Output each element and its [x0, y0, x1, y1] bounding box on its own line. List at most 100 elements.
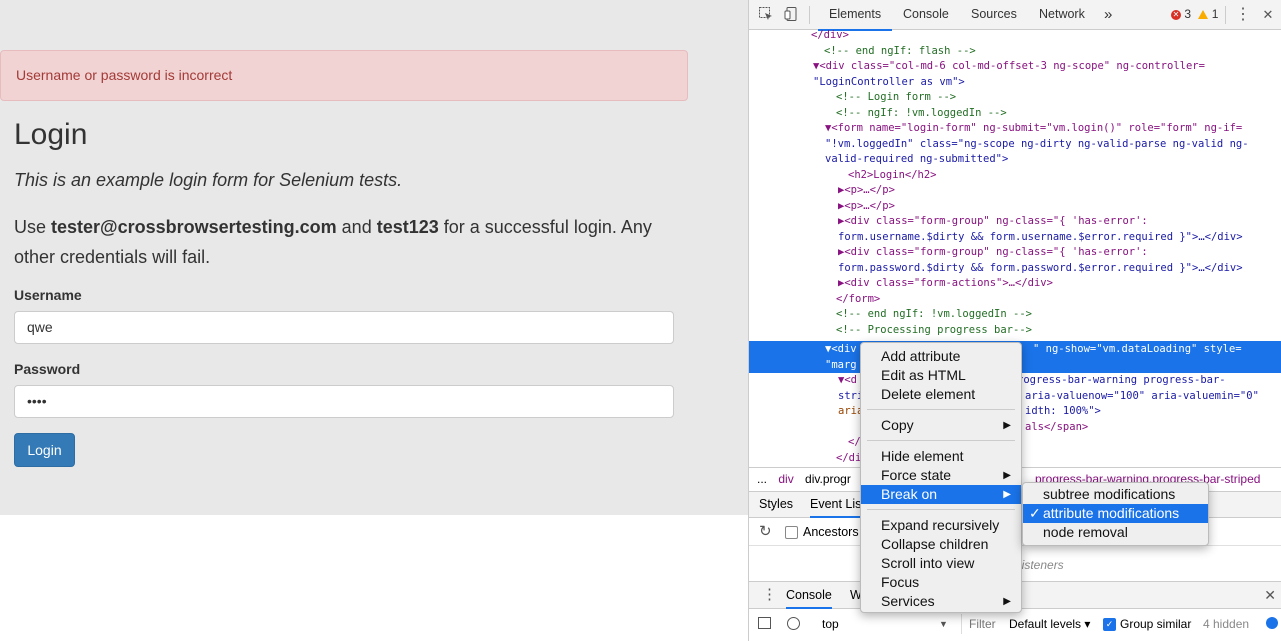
dom-line[interactable]: </div>	[811, 30, 1281, 44]
menu-item-focus[interactable]: Focus	[861, 573, 1021, 592]
menu-separator	[867, 509, 1015, 510]
submenu-item-attribute-modifications[interactable]: ✓ attribute modifications	[1023, 504, 1208, 523]
dom-line[interactable]: <!-- end ngIf: flash -->	[824, 44, 1281, 60]
submenu-item-node-removal[interactable]: node removal	[1023, 523, 1208, 542]
submenu-arrow-icon: ▶	[1003, 596, 1011, 607]
ancestors-checkbox[interactable]	[785, 526, 798, 539]
tab-event-listeners[interactable]: Event Lis	[810, 492, 862, 518]
devtools-toolbar: Elements Console Sources Network » ✕ 3 1…	[749, 0, 1281, 31]
tab-console[interactable]: Console	[903, 0, 949, 29]
menu-item-services[interactable]: Services ▶	[861, 592, 1021, 611]
toolbar-divider	[1225, 6, 1226, 24]
login-instructions: Use tester@crossbrowsertesting.com and t…	[14, 212, 694, 272]
error-warning-counts[interactable]: ✕ 3 1	[1171, 0, 1218, 29]
dom-line[interactable]: <!-- end ngIf: !vm.loggedIn -->	[836, 307, 1281, 323]
dom-line[interactable]: rogress-bar-warning progress-bar-	[1017, 373, 1281, 389]
more-tabs-icon[interactable]: »	[1104, 0, 1112, 29]
menu-item-edit-as-html[interactable]: Edit as HTML	[861, 366, 1021, 385]
dom-line[interactable]: " ng-show="vm.dataLoading" style=	[1033, 342, 1281, 358]
tab-sources[interactable]: Sources	[971, 0, 1017, 29]
menu-item-label: Services	[881, 593, 935, 609]
warning-count: 1	[1211, 7, 1219, 21]
menu-item-copy[interactable]: Copy ▶	[861, 416, 1021, 435]
menu-item-break-on[interactable]: Break on ▶	[861, 485, 1021, 504]
tab-styles[interactable]: Styles	[759, 492, 793, 517]
page-subtitle: This is an example login form for Seleni…	[14, 170, 403, 190]
dom-line[interactable]: ▼<form name="login-form" ng-submit="vm.l…	[825, 121, 1281, 137]
filter-input[interactable]: Filter	[969, 609, 996, 639]
inspect-element-icon[interactable]	[757, 6, 775, 24]
refresh-icon[interactable]: ↻	[759, 518, 772, 546]
menu-item-label: Break on	[881, 486, 938, 502]
clear-console-icon[interactable]	[787, 617, 800, 630]
dom-line[interactable]: idth: 100%">	[1025, 404, 1281, 420]
tab-elements[interactable]: Elements	[818, 0, 893, 31]
dom-line[interactable]: </form>	[836, 292, 1281, 308]
dom-line[interactable]: ▶<p>…</p>	[838, 183, 1281, 199]
error-count: 3	[1184, 7, 1192, 21]
instructions-text: Use	[14, 217, 52, 237]
log-levels-dropdown[interactable]: Default levels ▾	[1009, 609, 1090, 639]
no-listeners-note: listeners	[1019, 558, 1064, 572]
menu-item-hide-element[interactable]: Hide element	[861, 447, 1021, 466]
drawer-tab-console[interactable]: Console	[786, 582, 832, 609]
context-selector[interactable]: top	[822, 609, 952, 639]
tab-network[interactable]: Network	[1039, 0, 1085, 29]
dom-line[interactable]: <h2>Login</h2>	[848, 168, 1281, 184]
login-button[interactable]: Login	[14, 433, 75, 467]
submenu-item-subtree-modifications[interactable]: subtree modifications	[1023, 485, 1208, 504]
dom-line[interactable]: ▶<div class="form-group" ng-class="{ 'ha…	[838, 245, 1281, 261]
dom-line[interactable]: ▼<div class="col-md-6 col-md-offset-3 ng…	[813, 59, 1281, 75]
error-alert: Username or password is incorrect	[0, 50, 688, 101]
dom-line[interactable]: ▶<div class="form-group" ng-class="{ 'ha…	[838, 214, 1281, 230]
dom-line[interactable]: valid-required ng-submitted">	[825, 152, 1281, 168]
password-label: Password	[14, 361, 81, 377]
breadcrumb-item[interactable]: div.progr	[805, 472, 851, 486]
dom-line[interactable]: <!-- Processing progress bar-->	[836, 323, 1281, 339]
customize-menu-icon[interactable]: ⋮	[1234, 6, 1252, 24]
username-input[interactable]: qwe	[14, 311, 674, 344]
menu-separator	[867, 409, 1015, 410]
dom-line[interactable]: "!vm.loggedIn" class="ng-scope ng-dirty …	[825, 137, 1281, 153]
error-icon: ✕	[1171, 9, 1181, 20]
close-devtools-icon[interactable]: ✕	[1259, 6, 1277, 24]
toolbar-divider	[809, 6, 810, 24]
menu-item-expand-recursively[interactable]: Expand recursively	[861, 516, 1021, 535]
group-similar-checkbox[interactable]: ✓	[1103, 618, 1116, 631]
break-on-submenu: subtree modifications ✓ attribute modific…	[1022, 482, 1209, 546]
menu-item-add-attribute[interactable]: Add attribute	[861, 347, 1021, 366]
menu-item-scroll-into-view[interactable]: Scroll into view	[861, 554, 1021, 573]
dom-line[interactable]: als</span>	[1025, 420, 1281, 436]
sidebar-toggle-icon[interactable]	[758, 617, 771, 629]
menu-item-delete-element[interactable]: Delete element	[861, 385, 1021, 404]
ancestors-label: Ancestors	[803, 525, 859, 539]
submenu-item-label: attribute modifications	[1043, 505, 1180, 521]
menu-item-collapse-children[interactable]: Collapse children	[861, 535, 1021, 554]
breadcrumb-item[interactable]: div	[778, 472, 793, 486]
console-toolbar: top ▼ Filter Default levels ▾ ✓ Group si…	[749, 609, 1281, 639]
instructions-username: tester@crossbrowsertesting.com	[51, 217, 337, 237]
dom-line[interactable]: form.username.$dirty && form.username.$e…	[838, 230, 1281, 246]
checkmark-icon: ✓	[1029, 505, 1041, 521]
dom-line[interactable]: aria-valuenow="100" aria-valuemin="0"	[1025, 389, 1281, 405]
username-label: Username	[14, 287, 82, 303]
settings-gear-icon[interactable]	[1266, 617, 1278, 629]
dom-line[interactable]: form.password.$dirty && form.password.$e…	[838, 261, 1281, 277]
dom-line[interactable]: "LoginController as vm">	[813, 75, 1281, 91]
page-title: Login	[14, 118, 88, 151]
dom-line[interactable]: <!-- ngIf: !vm.loggedIn -->	[836, 106, 1281, 122]
menu-item-force-state[interactable]: Force state ▶	[861, 466, 1021, 485]
device-toolbar-icon[interactable]	[783, 6, 801, 24]
close-drawer-icon[interactable]: ✕	[1264, 582, 1276, 608]
chevron-down-icon[interactable]: ▼	[939, 609, 948, 639]
hidden-count: 4 hidden	[1203, 617, 1250, 631]
drawer-menu-icon[interactable]: ⋮	[762, 582, 777, 608]
breadcrumb-more[interactable]: ...	[757, 472, 767, 486]
password-input[interactable]: ••••	[14, 385, 674, 418]
dom-line[interactable]: ▶<div class="form-actions">…</div>	[838, 276, 1281, 292]
dom-line[interactable]: ▶<p>…</p>	[838, 199, 1281, 215]
submenu-arrow-icon: ▶	[1003, 489, 1011, 500]
group-similar-label: Group similar	[1120, 617, 1192, 631]
dom-line[interactable]: <!-- Login form -->	[836, 90, 1281, 106]
submenu-arrow-icon: ▶	[1003, 470, 1011, 481]
